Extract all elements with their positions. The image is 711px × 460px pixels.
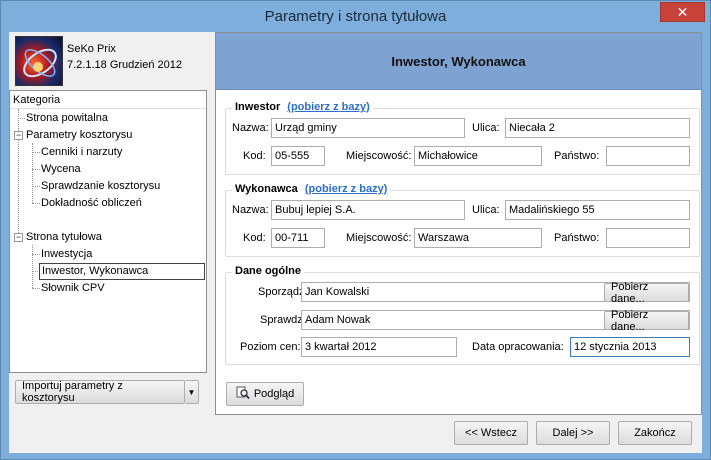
tree-line (18, 109, 19, 239)
app-version: 7.2.1.18 Grudzień 2012 (67, 59, 182, 71)
dialog-window: Parametry i strona tytułowa ✕ SeKo Prix … (0, 0, 711, 460)
tree-line (18, 118, 25, 119)
title-bar: Parametry i strona tytułowa ✕ (1, 1, 710, 32)
inwestor-group: Inwestor (pobierz z bazy) Nazwa: Urząd g… (225, 101, 700, 175)
preview-button[interactable]: Podgląd (226, 382, 304, 406)
dane-ogolne-legend: Dane ogólne (232, 265, 305, 277)
tree-item-inwestor-wykonawca[interactable]: Inwestor, Wykonawca (39, 263, 205, 280)
wykonawca-ulica-input[interactable]: Madalińskiego 55 (505, 200, 690, 220)
tree-line (32, 186, 40, 187)
tree-item-wycena[interactable]: Wycena (41, 161, 81, 178)
tree-line (32, 288, 40, 289)
dialog-body: SeKo Prix 7.2.1.18 Grudzień 2012 Kategor… (9, 32, 702, 453)
window-title: Parametry i strona tytułowa (264, 8, 447, 25)
inwestor-legend-text: Inwestor (235, 101, 281, 113)
content-panel: Inwestor, Wykonawca Inwestor (pobierz z … (215, 32, 702, 415)
inwestor-miejscowosc-input[interactable]: Michałowice (414, 146, 542, 166)
collapse-icon[interactable]: − (14, 131, 23, 140)
tree-line (32, 254, 40, 255)
section-title: Inwestor, Wykonawca (216, 33, 701, 90)
close-icon: ✕ (676, 3, 689, 20)
sprawdzil-fetch-button[interactable]: Pobierz dane... (604, 309, 689, 333)
tree-line (32, 203, 40, 204)
inwestor-kod-input[interactable]: 05-555 (271, 146, 325, 166)
magnifier-icon (236, 386, 250, 403)
sporzadzil-fetch-button[interactable]: Pobierz dane... (604, 281, 689, 305)
inwestor-ulica-input[interactable]: Niecała 2 (505, 118, 690, 138)
import-params-button[interactable]: Importuj parametry z kosztorysu (15, 380, 185, 404)
category-tree-panel: Kategoria Strona powitalna − Parametry k… (9, 90, 207, 373)
tree-line (32, 169, 40, 170)
tree-header: Kategoria (10, 91, 206, 109)
inwestor-ulica-label: Ulica: (472, 122, 500, 134)
wykonawca-kod-input[interactable]: 00-711 (271, 228, 325, 248)
preview-label: Podgląd (253, 388, 295, 400)
tree-item-parametry-kosztorysu[interactable]: Parametry kosztorysu (26, 127, 132, 144)
finish-button[interactable]: Zakończ (618, 421, 692, 445)
tree-item-inwestycja[interactable]: Inwestycja (41, 246, 92, 263)
tree-item-cenniki-i-narzuty[interactable]: Cenniki i narzuty (41, 144, 122, 161)
poziom-cen-label: Poziom cen: (240, 341, 301, 353)
panel-splitter[interactable] (207, 32, 215, 415)
wykonawca-legend: Wykonawca (pobierz z bazy) (232, 183, 391, 195)
tree-line (32, 245, 33, 288)
next-button[interactable]: Dalej >> (536, 421, 610, 445)
tree-item-slownik-cpv[interactable]: Słownik CPV (41, 280, 105, 297)
inwestor-panstwo-input[interactable] (606, 146, 690, 166)
wykonawca-nazwa-input[interactable]: Bubuj lepiej S.A. (271, 200, 465, 220)
wykonawca-fetch-link[interactable]: (pobierz z bazy) (305, 183, 388, 195)
close-button[interactable]: ✕ (660, 2, 705, 22)
inwestor-fetch-link[interactable]: (pobierz z bazy) (287, 101, 370, 113)
inwestor-nazwa-input[interactable]: Urząd gminy (271, 118, 465, 138)
wykonawca-kod-label: Kod: (243, 232, 266, 244)
inwestor-miejscowosc-label: Miejscowość: (346, 150, 412, 162)
collapse-icon[interactable]: − (14, 233, 23, 242)
wykonawca-legend-text: Wykonawca (235, 183, 298, 195)
app-name: SeKo Prix (67, 43, 116, 55)
data-opracowania-label: Data opracowania: (472, 341, 564, 353)
brand-area: SeKo Prix 7.2.1.18 Grudzień 2012 (9, 32, 207, 90)
tree-item-strona-powitalna[interactable]: Strona powitalna (26, 110, 108, 127)
tree-item-sprawdzanie-kosztorysu[interactable]: Sprawdzanie kosztorysu (41, 178, 160, 195)
chevron-down-icon: ▼ (187, 387, 196, 397)
wykonawca-ulica-label: Ulica: (472, 204, 500, 216)
poziom-cen-input[interactable]: 3 kwartał 2012 (301, 337, 457, 357)
wykonawca-panstwo-input[interactable] (606, 228, 690, 248)
data-opracowania-input[interactable]: 12 stycznia 2013 (570, 337, 690, 357)
wykonawca-miejscowosc-input[interactable]: Warszawa (414, 228, 542, 248)
wykonawca-panstwo-label: Państwo: (554, 232, 600, 244)
tree-item-strona-tytulowa[interactable]: Strona tytułowa (26, 229, 102, 246)
back-button[interactable]: << Wstecz (454, 421, 528, 445)
wykonawca-miejscowosc-label: Miejscowość: (346, 232, 412, 244)
inwestor-panstwo-label: Państwo: (554, 150, 600, 162)
tree-line (32, 152, 40, 153)
inwestor-legend: Inwestor (pobierz z bazy) (232, 101, 373, 113)
wykonawca-group: Wykonawca (pobierz z bazy) Nazwa: Bubuj … (225, 183, 700, 257)
dane-ogolne-group: Dane ogólne Sporządził: Jan Kowalski Pob… (225, 265, 700, 365)
tree-item-dokladnosc-obliczen[interactable]: Dokładność obliczeń (41, 195, 142, 212)
wykonawca-nazwa-label: Nazwa: (232, 204, 269, 216)
seko-logo-icon (15, 36, 63, 86)
inwestor-nazwa-label: Nazwa: (232, 122, 269, 134)
import-dropdown-button[interactable]: ▼ (185, 380, 199, 404)
import-split-button: Importuj parametry z kosztorysu ▼ (15, 380, 199, 404)
inwestor-kod-label: Kod: (243, 150, 266, 162)
